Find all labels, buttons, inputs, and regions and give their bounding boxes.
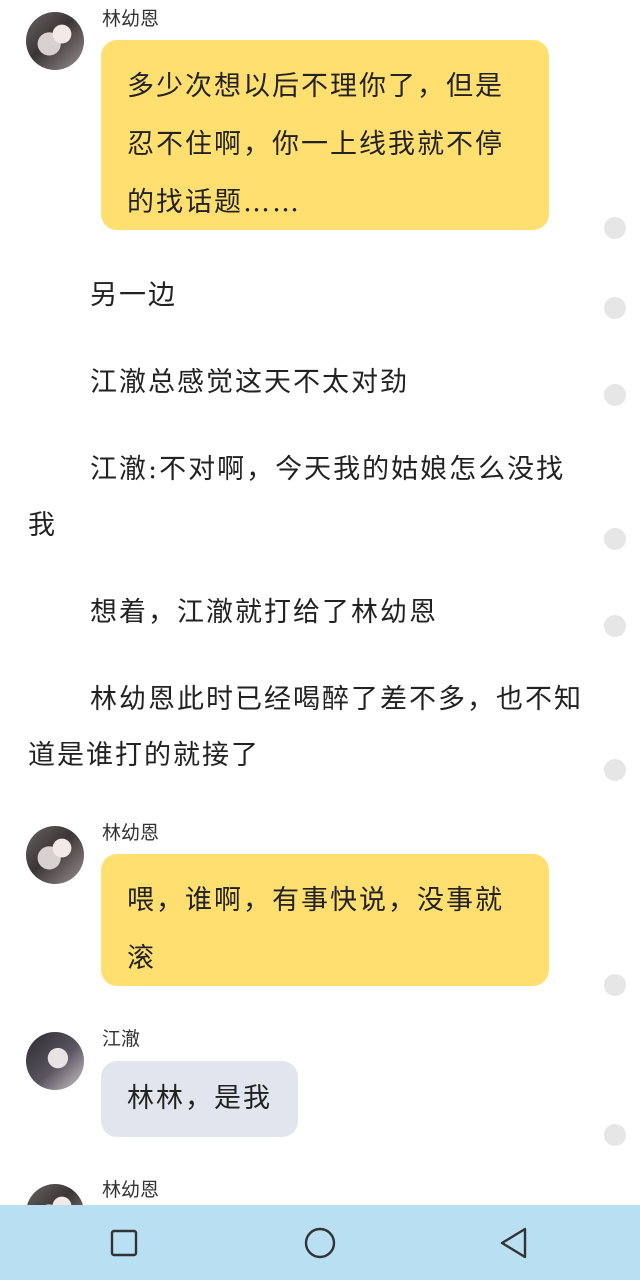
- system-navigation-bar: [0, 1205, 640, 1280]
- paragraph-comment-dot[interactable]: [604, 759, 626, 781]
- sender-name: 林幼恩: [102, 8, 160, 30]
- triangle-back-icon[interactable]: [494, 1223, 534, 1263]
- narration-paragraph: 另一边: [90, 280, 177, 311]
- paragraph-comment-dot[interactable]: [604, 384, 626, 406]
- sender-name: 林幼恩: [102, 822, 160, 844]
- sender-name: 林幼恩: [102, 1179, 160, 1201]
- circle-icon[interactable]: [300, 1223, 340, 1263]
- narration-paragraph: 江澈总感觉这天不太对劲: [90, 367, 409, 398]
- narration-paragraph: 林幼恩此时已经喝醉了差不多，也不知道是谁打的就接了: [28, 684, 583, 771]
- message-bubble[interactable]: 喂，谁啊，有事快说，没事就滚: [101, 854, 549, 986]
- paragraph-comment-dot[interactable]: [604, 974, 626, 996]
- avatar[interactable]: [26, 1032, 84, 1090]
- message-bubble[interactable]: 多少次想以后不理你了，但是忍不住啊，你一上线我就不停的找话题……: [101, 40, 549, 230]
- avatar[interactable]: [26, 12, 84, 70]
- square-icon[interactable]: [104, 1223, 144, 1263]
- narration-paragraph: 江澈:不对啊，今天我的姑娘怎么没找我: [28, 454, 566, 541]
- paragraph-comment-dot[interactable]: [604, 217, 626, 239]
- paragraph-comment-dot[interactable]: [604, 297, 626, 319]
- avatar[interactable]: [26, 826, 84, 884]
- sender-name: 江澈: [102, 1028, 141, 1050]
- message-bubble[interactable]: 林林，是我: [101, 1061, 298, 1137]
- paragraph-comment-dot[interactable]: [604, 615, 626, 637]
- paragraph-comment-dot[interactable]: [604, 1124, 626, 1146]
- narration-paragraph: 想着，江澈就打给了林幼恩: [90, 597, 438, 628]
- paragraph-comment-dot[interactable]: [604, 528, 626, 550]
